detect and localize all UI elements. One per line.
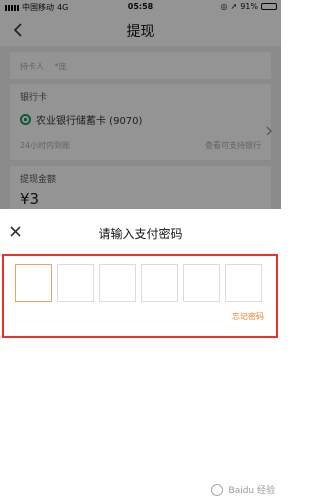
watermark: Baidu 经验 (210, 483, 275, 496)
watermark-text: Baidu 经验 (228, 485, 275, 496)
password-sheet: 请输入支付密码 忘记密码 Baidu 经验 (0, 209, 281, 500)
pin-cell[interactable] (99, 264, 136, 302)
dim-overlay[interactable] (0, 0, 281, 209)
pin-cell[interactable] (183, 264, 220, 302)
forgot-password-link[interactable]: 忘记密码 (232, 311, 264, 322)
pin-cell[interactable] (15, 264, 52, 302)
sheet-header: 请输入支付密码 (0, 209, 281, 255)
pin-cell[interactable] (225, 264, 262, 302)
sheet-title: 请输入支付密码 (98, 227, 183, 241)
pin-cell[interactable] (141, 264, 178, 302)
pin-input[interactable] (15, 264, 266, 302)
pin-cell[interactable] (57, 264, 94, 302)
paw-icon (210, 484, 223, 496)
